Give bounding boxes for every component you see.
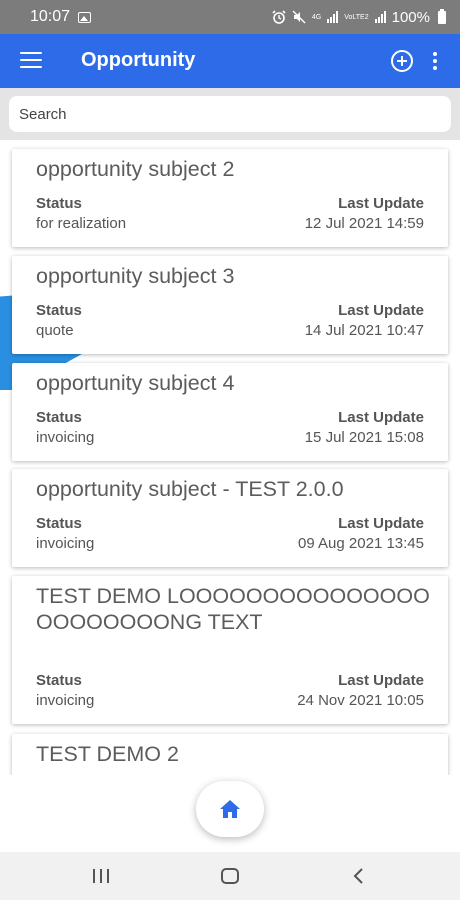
- menu-icon[interactable]: [20, 52, 42, 68]
- last-update-label: Last Update: [338, 302, 424, 319]
- opportunity-card[interactable]: opportunity subject - TEST 2.0.0 Status …: [12, 469, 448, 567]
- signal-1-icon: [327, 11, 339, 23]
- status-label: Status: [36, 409, 82, 426]
- status-value: for realization: [36, 215, 127, 232]
- nav-home-icon[interactable]: [221, 868, 239, 884]
- last-update-value: 09 Aug 2021 13:45: [298, 535, 424, 552]
- status-value: quote: [36, 322, 74, 339]
- status-label: Status: [36, 515, 82, 532]
- opportunity-card[interactable]: opportunity subject 3 Status quote Last …: [12, 256, 448, 354]
- search-bar: [0, 88, 460, 140]
- opportunity-card[interactable]: TEST DEMO LOOOOOOOOOOOOOOOOOOOOOOONG TEX…: [12, 576, 448, 724]
- home-button[interactable]: [196, 781, 264, 837]
- system-nav-bar: [0, 852, 460, 900]
- opportunity-subject: TEST DEMO 2: [36, 742, 179, 766]
- search-input[interactable]: [9, 96, 451, 132]
- last-update-value: 14 Jul 2021 10:47: [304, 322, 424, 339]
- status-label: Status: [36, 672, 82, 689]
- opportunity-subject: opportunity subject 4: [36, 371, 235, 395]
- more-vertical-icon[interactable]: [431, 52, 439, 70]
- opportunity-subject: opportunity subject 2: [36, 157, 235, 181]
- opportunity-subject: TEST DEMO LOOOOOOOOOOOOOOOOOOOOOOONG TEX…: [36, 584, 430, 634]
- bottom-area: [0, 775, 460, 852]
- status-icons: 4G VoLTE2 100%: [272, 8, 446, 26]
- status-value: invoicing: [36, 535, 95, 552]
- last-update-value: 12 Jul 2021 14:59: [304, 215, 424, 232]
- opportunity-card[interactable]: TEST DEMO 2: [12, 734, 448, 775]
- recents-icon[interactable]: [93, 869, 109, 883]
- opportunity-subject: opportunity subject 3: [36, 264, 235, 288]
- status-value: invoicing: [36, 692, 95, 709]
- last-update-value: 15 Jul 2021 15:08: [304, 429, 424, 446]
- opportunity-card[interactable]: opportunity subject 4 Status invoicing L…: [12, 363, 448, 461]
- signal-2-icon: [374, 11, 386, 23]
- app-bar: Opportunity: [0, 34, 460, 88]
- screen: 10:07 4G VoLTE2 100% Opportunity opportu…: [0, 0, 460, 900]
- status-value: invoicing: [36, 429, 95, 446]
- page-title: Opportunity: [81, 49, 196, 71]
- status-bar: 10:07 4G VoLTE2 100%: [0, 0, 460, 34]
- back-icon[interactable]: [352, 868, 366, 884]
- mute-icon: [292, 10, 306, 24]
- last-update-value: 24 Nov 2021 10:05: [297, 692, 424, 709]
- gallery-notification-icon: [78, 11, 92, 23]
- last-update-label: Last Update: [338, 672, 424, 689]
- status-time: 10:07: [30, 8, 71, 25]
- home-icon: [220, 800, 240, 818]
- alarm-icon: [272, 10, 286, 24]
- opportunity-card[interactable]: opportunity subject 2 Status for realiza…: [12, 149, 448, 247]
- last-update-label: Last Update: [338, 409, 424, 426]
- status-label: Status: [36, 195, 82, 212]
- battery-icon: [438, 8, 446, 24]
- add-icon[interactable]: [391, 50, 413, 72]
- opportunity-subject: opportunity subject - TEST 2.0.0: [36, 477, 344, 501]
- network-4g-label: 4G: [311, 13, 322, 21]
- last-update-label: Last Update: [338, 515, 424, 532]
- battery-percent: 100%: [391, 8, 430, 26]
- network-volte-label: VoLTE2: [344, 13, 369, 21]
- last-update-label: Last Update: [338, 195, 424, 212]
- status-label: Status: [36, 302, 82, 319]
- opportunity-list: opportunity subject 2 Status for realiza…: [0, 140, 460, 775]
